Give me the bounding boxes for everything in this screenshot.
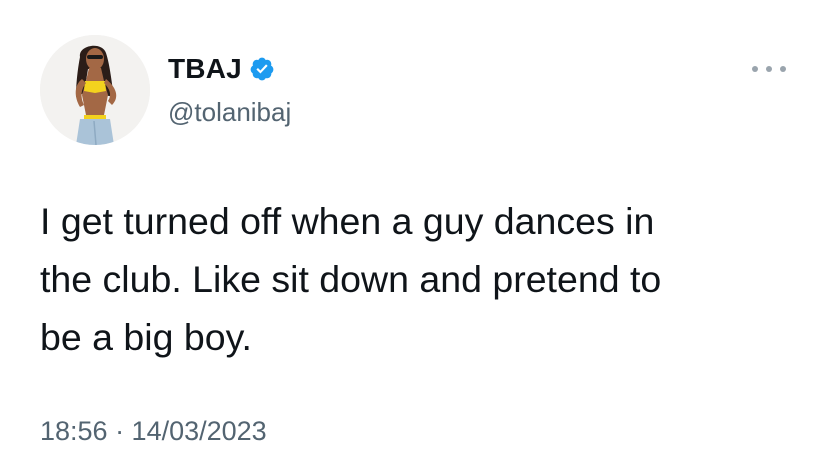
more-options-icon[interactable] <box>752 62 786 76</box>
more-dot <box>766 66 772 72</box>
more-dot <box>752 66 758 72</box>
tweet-timestamp[interactable]: 18:56 · 14/03/2023 <box>40 414 267 448</box>
more-dot <box>780 66 786 72</box>
verified-badge-icon <box>249 56 275 82</box>
tweet-text: I get turned off when a guy dances in th… <box>40 200 662 358</box>
display-name-row: TBAJ <box>168 52 275 86</box>
avatar-photo-icon <box>40 35 150 145</box>
avatar[interactable] <box>40 35 150 145</box>
user-handle[interactable]: @tolanibaj <box>168 96 291 128</box>
display-name[interactable]: TBAJ <box>168 52 242 86</box>
tweet-card: TBAJ @tolanibaj I get turned off when a … <box>0 0 828 469</box>
